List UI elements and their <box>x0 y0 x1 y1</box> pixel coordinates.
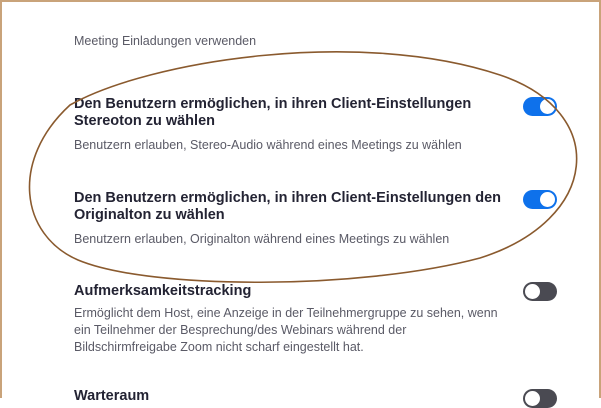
toggle-knob <box>525 284 540 299</box>
setting-stereo-audio: Den Benutzern ermöglichen, in ihren Clie… <box>74 96 504 154</box>
setting-attention-tracking: Aufmerksamkeitstracking Ermöglicht dem H… <box>74 283 504 356</box>
setting-description: Benutzern erlauben, Originalton während … <box>74 232 450 246</box>
setting-title: Warteraum <box>74 388 150 404</box>
setting-description: Ermöglicht dem Host, eine Anzeige in der… <box>74 306 498 354</box>
waiting-room-toggle[interactable] <box>523 389 557 408</box>
setting-waiting-room: Warteraum <box>74 388 504 405</box>
setting-description-meeting-invitations: Meeting Einladungen verwenden <box>74 34 257 48</box>
attention-tracking-toggle[interactable] <box>523 282 557 301</box>
setting-description: Benutzern erlauben, Stereo-Audio während… <box>74 138 462 152</box>
toggle-knob <box>540 192 555 207</box>
setting-title: Aufmerksamkeitstracking <box>74 283 252 299</box>
toggle-knob <box>540 99 555 114</box>
stereo-audio-toggle[interactable] <box>523 97 557 116</box>
setting-original-sound: Den Benutzern ermöglichen, in ihren Clie… <box>74 190 504 248</box>
setting-title: Den Benutzern ermöglichen, in ihren Clie… <box>74 96 472 129</box>
original-sound-toggle[interactable] <box>523 190 557 209</box>
setting-title: Den Benutzern ermöglichen, in ihren Clie… <box>74 190 501 223</box>
toggle-knob <box>525 391 540 406</box>
